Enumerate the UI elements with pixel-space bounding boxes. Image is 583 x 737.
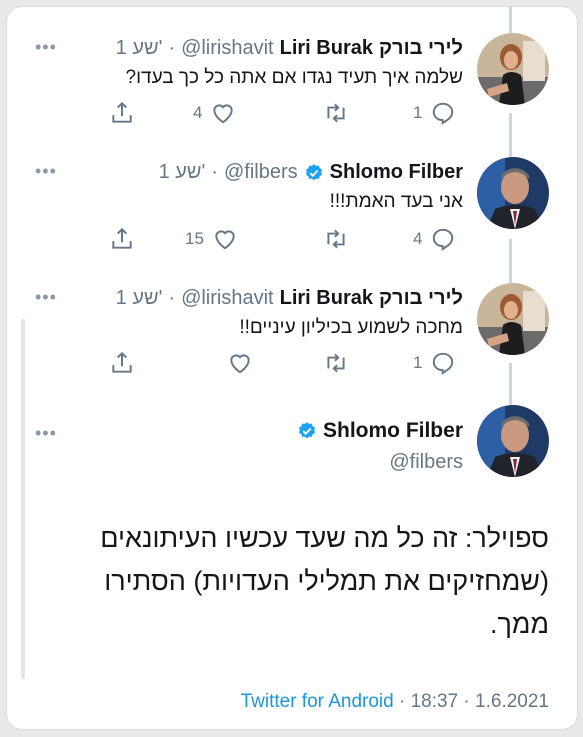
timestamp[interactable]: 1 שע' [159,161,206,184]
tweet-actions: 1 [93,347,473,379]
main-tweet-line: ממך. [489,609,549,639]
separator-dot: · [398,691,406,712]
source-link[interactable]: Twitter for Android [241,691,394,712]
tweet-actions: 1 4 [93,97,473,129]
share-button[interactable] [109,223,135,255]
reply-tweet[interactable]: ••• לירי בורק Liri Burak @lirishavit · 1… [7,7,577,147]
display-name[interactable]: Shlomo Filber [323,419,463,443]
display-name-hebrew[interactable]: לירי בורק [379,287,463,310]
reply-tweet[interactable]: ••• לירי בורק Liri Burak @lirishavit · 1… [7,257,577,397]
tweet-text: אני בעד האמת!!! [329,191,463,212]
timestamp[interactable]: 1 שע' [116,37,163,60]
tweet-text: שלמה איך תעיד נגדו אם אתה כל כך בעדו? [125,67,463,88]
like-count: 4 [193,103,203,122]
like-button[interactable]: 4 [193,97,236,129]
user-handle[interactable]: @filbers [224,161,298,184]
more-options-icon[interactable]: ••• [35,423,57,444]
share-button[interactable] [109,347,135,379]
reply-button[interactable]: 4 [413,223,456,255]
heart-icon [213,104,234,124]
tweet-actions: 4 15 [93,223,473,255]
retweet-button[interactable] [323,347,357,379]
share-button[interactable] [109,97,135,129]
reply-icon [433,352,454,375]
separator-dot: · [211,161,218,183]
reply-icon [433,102,454,125]
more-options-icon[interactable]: ••• [35,37,57,58]
reply-button[interactable]: 1 [413,347,456,379]
user-handle[interactable]: @lirishavit [181,37,274,60]
reply-tweet[interactable]: ••• Shlomo Filber @filbers · 1 שע' אני ב… [7,131,577,271]
display-name[interactable]: Liri Burak [280,37,373,60]
tweet-header: Shlomo Filber @filbers · 1 שע' [159,161,463,184]
tweet-time[interactable]: 18:37 [411,691,459,712]
more-options-icon[interactable]: ••• [35,161,57,182]
user-handle[interactable]: @filbers [389,451,463,474]
like-count: 15 [185,229,204,248]
retweet-button[interactable] [323,223,357,255]
verified-badge-icon [298,422,315,439]
user-handle[interactable]: @lirishavit [181,287,274,310]
reply-count: 1 [413,103,423,122]
verified-badge-icon [305,163,322,180]
display-name-hebrew[interactable]: לירי בורק [379,37,463,60]
reply-count: 1 [413,353,423,372]
display-name[interactable]: Liri Burak [280,287,373,310]
main-tweet-line: (שמחזיקים את תמלילי העדויות) הסתירו [104,566,549,596]
like-button[interactable]: 15 [185,223,238,255]
avatar[interactable] [477,283,549,355]
avatar[interactable] [477,33,549,105]
tweet-date[interactable]: 1.6.2021 [475,691,549,712]
reply-icon [433,228,454,251]
separator-dot: · [168,37,176,59]
tweet-header: לירי בורק Liri Burak @lirishavit · 1 שע' [116,37,463,60]
tweet-header: לירי בורק Liri Burak @lirishavit · 1 שע' [116,287,463,310]
main-tweet-line: ספוילר: זה כל מה שעד עכשיו העיתונאים [100,523,549,553]
reply-count: 4 [413,229,423,248]
like-button[interactable] [219,347,253,379]
share-icon [112,227,132,249]
retweet-icon [327,103,345,123]
separator-dot: · [168,287,176,309]
avatar[interactable] [477,157,549,229]
separator-dot: · [463,691,470,712]
share-icon [112,351,132,373]
heart-icon [215,230,235,250]
share-icon [112,101,132,123]
tweet-thread-card: ••• לירי בורק Liri Burak @lirishavit · 1… [6,6,578,730]
main-tweet-header: Shlomo Filber [297,419,463,443]
main-tweet-text: ספוילר: זה כל מה שעד עכשיו העיתונאים (שמ… [29,517,549,646]
retweet-icon [327,229,345,249]
reply-button[interactable]: 1 [413,97,456,129]
heart-icon [230,354,250,374]
tweet-meta: Twitter for Android · 18:37 · 1.6.2021 [241,691,549,713]
more-options-icon[interactable]: ••• [35,287,57,308]
tweet-text: מחכה לשמוע בכיליון עיניים!! [239,317,463,338]
display-name[interactable]: Shlomo Filber [330,161,463,184]
retweet-icon [327,353,345,373]
timestamp[interactable]: 1 שע' [116,287,163,310]
avatar[interactable] [477,405,549,477]
retweet-button[interactable] [323,97,357,129]
